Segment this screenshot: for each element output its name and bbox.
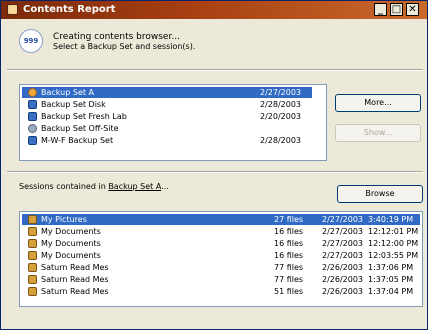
more-button[interactable]: More... (335, 94, 421, 112)
backup-set-row[interactable]: Backup Set Disk 2/28/2003 (22, 99, 312, 110)
browse-button[interactable]: Browse (337, 185, 423, 203)
sessions-label-suffix: ... (161, 182, 169, 191)
session-row[interactable]: My Documents 16 files 2/27/2003 12:12:01… (22, 226, 420, 237)
session-row[interactable]: My Documents 16 files 2/27/2003 12:12:00… (22, 238, 420, 249)
session-date: 2/27/2003 (322, 227, 364, 236)
session-date: 2/27/2003 (322, 215, 364, 224)
title-bar[interactable]: Contents Report _ □ ✕ (1, 1, 427, 19)
session-date: 2/26/2003 (322, 287, 364, 296)
session-row[interactable]: My Documents 16 files 2/27/2003 12:03:55… (22, 250, 420, 261)
session-name: My Pictures (41, 215, 87, 224)
session-name: Saturn Read Mes (41, 263, 109, 272)
backup-set-row[interactable]: Backup Set A 2/27/2003 (22, 87, 312, 98)
folder-icon (28, 287, 37, 296)
session-row[interactable]: My Pictures 27 files 2/27/2003 3:40:19 P… (22, 214, 420, 225)
session-date: 2/27/2003 (322, 251, 364, 260)
session-time: 12:12:01 PM (368, 227, 419, 236)
backup-set-name: Backup Set Disk (41, 100, 106, 109)
backup-set-date: 2/27/2003 (260, 88, 302, 97)
contents-report-window: Contents Report _ □ ✕ 999 Creating conte… (0, 0, 428, 330)
app-icon (7, 4, 18, 15)
session-time: 3:40:19 PM (368, 215, 414, 224)
folder-icon (28, 227, 37, 236)
session-date: 2/26/2003 (322, 263, 364, 272)
session-row[interactable]: Saturn Read Mes 51 files 2/26/2003 1:37:… (22, 286, 420, 297)
session-file-count: 77 files (274, 275, 304, 284)
offsite-icon (28, 124, 37, 133)
disk-icon (28, 112, 37, 121)
session-time: 12:12:00 PM (368, 239, 419, 248)
backup-set-row[interactable]: Backup Set Off-Site (22, 123, 312, 134)
disk-icon (28, 100, 37, 109)
session-time: 1:37:06 PM (368, 263, 414, 272)
session-file-count: 51 files (274, 287, 304, 296)
backup-set-date: 2/28/2003 (260, 136, 302, 145)
folder-icon (28, 263, 37, 272)
folder-icon (28, 275, 37, 284)
session-file-count: 16 files (274, 227, 304, 236)
backup-set-name: M-W-F Backup Set (41, 136, 114, 145)
divider (7, 69, 423, 71)
session-date: 2/27/2003 (322, 239, 364, 248)
session-time: 1:37:04 PM (368, 287, 414, 296)
show-button[interactable]: Show... (335, 124, 421, 142)
folder-icon (28, 215, 37, 224)
session-name: Saturn Read Mes (41, 287, 109, 296)
folder-icon (28, 239, 37, 248)
session-name: My Documents (41, 251, 101, 260)
backup-set-link[interactable]: Backup Set A (108, 182, 161, 191)
backup-set-date: 2/20/2003 (260, 112, 302, 121)
disk-icon (28, 136, 37, 145)
more-button-label: More... (364, 98, 392, 107)
session-name: My Documents (41, 227, 101, 236)
folder-icon (28, 251, 37, 260)
session-time: 1:37:05 PM (368, 275, 414, 284)
minimize-button[interactable]: _ (374, 3, 387, 16)
maximize-button[interactable]: □ (390, 3, 403, 16)
status-heading: Creating contents browser... (53, 32, 180, 42)
backup-set-list[interactable]: Backup Set A 2/27/2003 Backup Set Disk 2… (19, 84, 327, 161)
browse-button-label: Browse (365, 189, 395, 198)
session-row[interactable]: Saturn Read Mes 77 files 2/26/2003 1:37:… (22, 274, 420, 285)
session-file-count: 16 files (274, 251, 304, 260)
backup-set-icon (28, 88, 37, 97)
session-name: Saturn Read Mes (41, 275, 109, 284)
session-time: 12:03:55 PM (368, 251, 419, 260)
sessions-label: Sessions contained in Backup Set A... (19, 182, 169, 191)
backup-set-row[interactable]: M-W-F Backup Set 2/28/2003 (22, 135, 312, 146)
backup-set-row[interactable]: Backup Set Fresh Lab 2/20/2003 (22, 111, 312, 122)
session-row[interactable]: Saturn Read Mes 77 files 2/26/2003 1:37:… (22, 262, 420, 273)
browser-status-icon: 999 (19, 29, 43, 53)
session-file-count: 77 files (274, 263, 304, 272)
status-instruction: Select a Backup Set and session(s). (53, 42, 196, 51)
close-button[interactable]: ✕ (406, 3, 419, 16)
window-title: Contents Report (23, 4, 116, 15)
show-button-label: Show... (363, 128, 393, 137)
sessions-label-prefix: Sessions contained in (19, 182, 106, 191)
backup-set-name: Backup Set A (41, 88, 95, 97)
sessions-list[interactable]: My Pictures 27 files 2/27/2003 3:40:19 P… (19, 211, 423, 307)
session-file-count: 27 files (274, 215, 304, 224)
session-file-count: 16 files (274, 239, 304, 248)
session-name: My Documents (41, 239, 101, 248)
session-date: 2/26/2003 (322, 275, 364, 284)
backup-set-date: 2/28/2003 (260, 100, 302, 109)
backup-set-name: Backup Set Off-Site (41, 124, 119, 133)
backup-set-name: Backup Set Fresh Lab (41, 112, 127, 121)
divider (7, 171, 423, 173)
